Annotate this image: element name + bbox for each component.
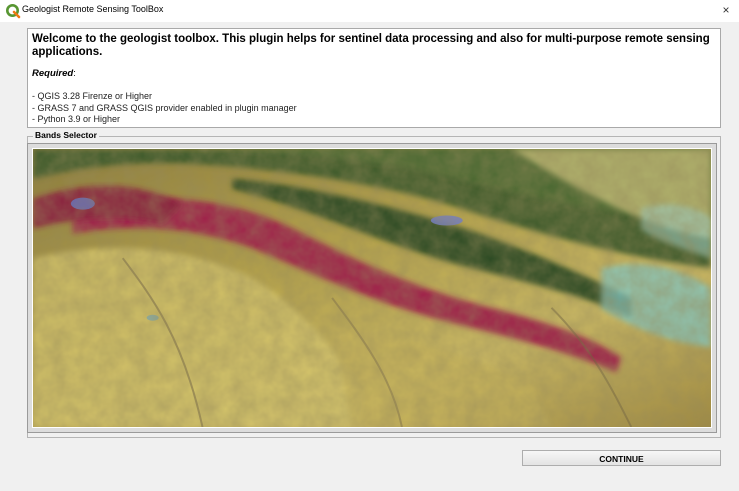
close-icon[interactable]: × xyxy=(719,1,733,19)
list-item: - Python 3.9 or Higher xyxy=(32,114,121,124)
window-title: Geologist Remote Sensing ToolBox xyxy=(22,4,164,14)
continue-button[interactable]: CONTINUE xyxy=(522,450,721,466)
qgis-icon xyxy=(6,4,21,19)
satellite-image xyxy=(32,148,712,428)
bands-selector-label: Bands Selector xyxy=(33,130,99,140)
required-heading: Required: xyxy=(32,68,76,79)
satellite-image-frame xyxy=(27,143,717,433)
list-item: - GRASS 7 and GRASS QGIS provider enable… xyxy=(32,102,297,113)
list-item: - QGIS 3.28 Firenze or Higher xyxy=(32,91,153,101)
title-bar: Geologist Remote Sensing ToolBox × xyxy=(0,0,739,22)
false-color-satellite-image xyxy=(33,149,711,427)
welcome-text: Welcome to the geologist toolbox. This p… xyxy=(32,33,710,58)
info-panel: Welcome to the geologist toolbox. This p… xyxy=(27,28,721,128)
requirements-list: - QGIS 3.28 Firenze or Higher - GRASS 7 … xyxy=(32,91,716,126)
